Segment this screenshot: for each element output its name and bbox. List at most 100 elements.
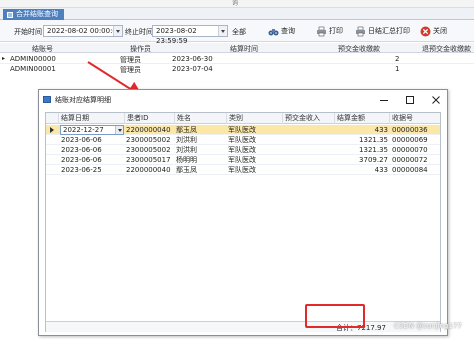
cell-date: 2023-06-06 bbox=[61, 136, 102, 144]
end-time-field[interactable]: 2023-08-02 23:59:59 bbox=[152, 25, 228, 45]
cell-receipt: 00000069 bbox=[392, 136, 428, 144]
col-settle-date[interactable]: 结算日期 bbox=[59, 113, 125, 124]
start-time-value: 2022-08-02 00:00:00 bbox=[47, 27, 122, 35]
tab-bar: 合并结账查询 bbox=[0, 8, 474, 20]
end-time-label: 终止时间 bbox=[125, 28, 153, 36]
daily-summary-print-label: 日结汇总打印 bbox=[368, 27, 410, 35]
cell-name: 刘洪利 bbox=[176, 146, 197, 154]
col-settle-time[interactable]: 结算时间 bbox=[230, 44, 258, 54]
cell-category: 军队医改 bbox=[228, 136, 256, 144]
cell-category: 军队医改 bbox=[228, 156, 256, 164]
col-refund-prepay[interactable]: 退预交金收缴款 bbox=[422, 44, 471, 54]
start-time-label: 开始时间 bbox=[14, 28, 42, 36]
grid-footer: 合计：7217.97 bbox=[46, 321, 440, 332]
table-row[interactable]: 2023-06-06 2300005002 刘洪利 军队医改 1321.35 0… bbox=[46, 145, 440, 155]
dialog-title: 结账对应结算明细 bbox=[55, 96, 111, 104]
cell-amount: 433 bbox=[374, 126, 388, 134]
all-checkbox-label[interactable]: 全部 bbox=[232, 27, 246, 37]
cell-patient-id: 2300005002 bbox=[126, 136, 171, 144]
cell-category: 军队医改 bbox=[228, 126, 256, 134]
dialog-title-bar[interactable]: 结账对应结算明细 bbox=[39, 90, 447, 110]
cell-prepay: 1 bbox=[395, 65, 400, 73]
col-prepay-income[interactable]: 预交金收入 bbox=[283, 113, 335, 124]
detail-grid-header: 结算日期 患者ID 姓名 类别 预交金收入 结算金额 收据号 bbox=[46, 113, 440, 124]
close-icon bbox=[420, 26, 431, 37]
table-row[interactable]: 2023-06-06 2300005017 杨明明 军队医改 3709.27 0… bbox=[46, 155, 440, 165]
window-icon bbox=[43, 96, 51, 103]
maximize-icon bbox=[406, 96, 414, 104]
col-patient-id[interactable]: 患者ID bbox=[125, 113, 175, 124]
tab-label: 合并结账查询 bbox=[16, 10, 58, 18]
print-button[interactable]: 打印 bbox=[316, 24, 343, 38]
col-category[interactable]: 类别 bbox=[227, 113, 283, 124]
red-highlight-box bbox=[305, 304, 365, 328]
settlement-detail-dialog: 结账对应结算明细 结算日期 患者ID 姓名 类别 预交金收入 结算金额 收据号 … bbox=[38, 89, 448, 336]
printer-icon bbox=[316, 26, 327, 37]
cell-name: 杨明明 bbox=[176, 156, 197, 164]
row-indicator-icon: ▸ bbox=[2, 55, 6, 62]
cell-date: 2023-06-06 bbox=[61, 146, 102, 154]
tab-merge-settlement-query[interactable]: 合并结账查询 bbox=[3, 9, 64, 20]
col-prepay[interactable]: 预交金收缴款 bbox=[338, 44, 380, 54]
cell-amount: 1321.35 bbox=[359, 136, 388, 144]
grid-header: 结账号 操作员 结算时间 预交金收缴款 退预交金收缴款 bbox=[0, 43, 474, 53]
cell-category: 军队医改 bbox=[228, 146, 256, 154]
date-editor[interactable]: 2022-12-27 bbox=[60, 125, 124, 135]
cell-patient-id: 2300005017 bbox=[126, 156, 171, 164]
col-operator[interactable]: 操作员 bbox=[130, 44, 151, 54]
window-title: 询 bbox=[232, 0, 239, 7]
toolbar: 开始时间 2022-08-02 00:00:00 终止时间 2023-08-02… bbox=[0, 20, 474, 45]
cell-time: 2023-06-30 bbox=[172, 55, 213, 63]
query-label: 查询 bbox=[281, 27, 295, 35]
cell-receipt: 00000036 bbox=[392, 126, 428, 134]
daily-summary-print-button[interactable]: 日结汇总打印 bbox=[355, 24, 410, 38]
cell-receipt: 00000070 bbox=[392, 146, 428, 154]
cell-name: 刘洪利 bbox=[176, 136, 197, 144]
query-button[interactable]: 查询 bbox=[268, 24, 295, 38]
cell-amount: 433 bbox=[374, 166, 388, 174]
print-label: 打印 bbox=[329, 27, 343, 35]
table-row[interactable]: 2023-06-06 2300005002 刘洪利 军队医改 1321.35 0… bbox=[46, 135, 440, 145]
cell-date: 2022-12-27 bbox=[63, 126, 104, 134]
col-settlement-no[interactable]: 结账号 bbox=[32, 44, 53, 54]
cell-name: 鄢玉凤 bbox=[176, 126, 197, 134]
start-time-field[interactable]: 2022-08-02 00:00:00 bbox=[43, 25, 123, 37]
cell-patient-id: 2300005002 bbox=[126, 146, 171, 154]
close-icon bbox=[432, 96, 440, 104]
table-row[interactable]: ▸ ADMIN00000 管理员 2023-06-30 2 bbox=[0, 54, 474, 64]
cell-receipt: 00000072 bbox=[392, 156, 428, 164]
cell-receipt: 00000084 bbox=[392, 166, 428, 174]
watermark: CSDN @sunjing177 bbox=[394, 322, 462, 330]
minimize-icon bbox=[380, 100, 388, 101]
cell-id: ADMIN00000 bbox=[10, 55, 56, 63]
cell-amount: 3709.27 bbox=[359, 156, 388, 164]
header-indicator bbox=[46, 113, 59, 124]
cell-prepay: 2 bbox=[395, 55, 400, 63]
chevron-down-icon[interactable] bbox=[113, 26, 122, 36]
close-button[interactable]: 关闭 bbox=[420, 24, 447, 38]
cell-patient-id: 2200000040 bbox=[126, 126, 171, 134]
cell-category: 军队医改 bbox=[228, 166, 256, 174]
dialog-close-button[interactable] bbox=[429, 93, 443, 107]
col-name[interactable]: 姓名 bbox=[175, 113, 227, 124]
cell-id: ADMIN00001 bbox=[10, 65, 56, 73]
printer-icon bbox=[355, 26, 366, 37]
col-settle-amount[interactable]: 结算金额 bbox=[335, 113, 390, 124]
cell-date: 2023-06-25 bbox=[61, 166, 102, 174]
window-icon bbox=[7, 11, 13, 18]
table-row[interactable]: 2022-12-27 2200000040 鄢玉凤 军队医改 433 00000… bbox=[46, 125, 440, 135]
col-receipt-no[interactable]: 收据号 bbox=[390, 113, 440, 124]
settlement-grid: 结账号 操作员 结算时间 预交金收缴款 退预交金收缴款 ▸ ADMIN00000… bbox=[0, 43, 474, 74]
window-top-strip: 询 bbox=[0, 0, 474, 8]
cell-patient-id: 2200000040 bbox=[126, 166, 171, 174]
row-indicator-icon bbox=[50, 127, 54, 133]
cell-amount: 1321.35 bbox=[359, 146, 388, 154]
chevron-down-icon[interactable] bbox=[218, 26, 227, 36]
maximize-button[interactable] bbox=[403, 93, 417, 107]
chevron-down-icon[interactable] bbox=[115, 126, 123, 134]
table-row[interactable]: 2023-06-25 2200000040 鄢玉凤 军队医改 433 00000… bbox=[46, 165, 440, 175]
detail-grid: 结算日期 患者ID 姓名 类别 预交金收入 结算金额 收据号 2022-12-2… bbox=[45, 112, 441, 332]
cell-date: 2023-06-06 bbox=[61, 156, 102, 164]
binoculars-icon bbox=[268, 26, 279, 37]
minimize-button[interactable] bbox=[377, 93, 391, 107]
